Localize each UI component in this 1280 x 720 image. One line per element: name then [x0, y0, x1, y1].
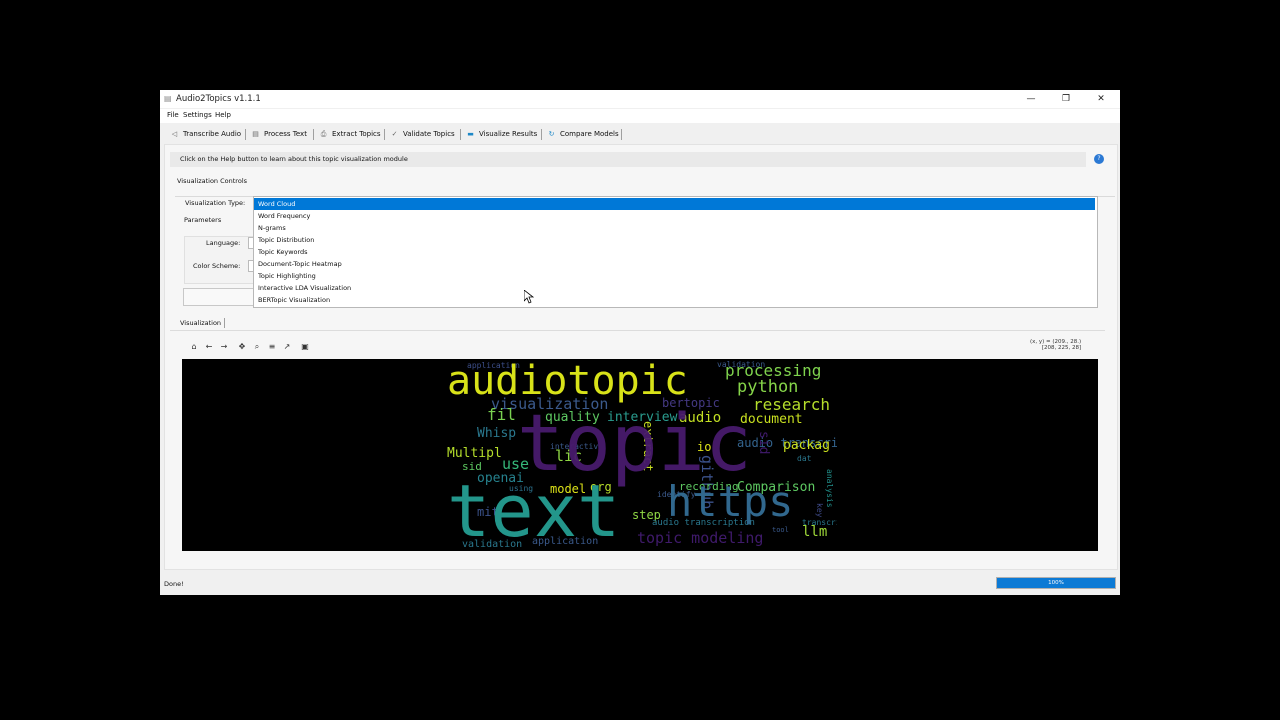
- extract-icon: ⎙: [320, 130, 327, 138]
- visualization-type-dropdown[interactable]: Word Cloud Word Frequency N-grams Topic …: [253, 196, 1098, 308]
- monitor-icon: ▬: [467, 130, 474, 138]
- tab-label: Compare Models: [560, 130, 619, 138]
- tab-separator: [245, 129, 246, 140]
- app-icon: ▤: [164, 94, 172, 103]
- tab-transcribe-audio[interactable]: ◁ Transcribe Audio: [170, 127, 241, 141]
- status-bar: Done! 100%: [160, 575, 1120, 593]
- save-icon[interactable]: ▣: [299, 341, 311, 353]
- visualization-type-label: Visualization Type:: [185, 199, 246, 207]
- coordinate-readout: (x, y) = (209., 28.) [208, 225, 28]: [1030, 339, 1081, 351]
- speaker-icon: ◁: [171, 130, 178, 138]
- tab-label: Validate Topics: [403, 130, 455, 138]
- pan-icon[interactable]: ✥: [236, 341, 248, 353]
- window-title: Audio2Topics v1.1.1: [176, 94, 261, 104]
- progress-label: 100%: [1048, 580, 1064, 586]
- restore-button[interactable]: ❐: [1051, 92, 1081, 106]
- main-tab-bar: ◁ Transcribe Audio ▤ Process Text ⎙ Extract…: [160, 125, 1120, 143]
- tab-visualize-results[interactable]: ▬ Visualize Results: [466, 127, 537, 141]
- option-interactive-lda[interactable]: Interactive LDA Visualization: [254, 282, 1095, 294]
- menu-help[interactable]: Help: [215, 111, 231, 119]
- forward-icon[interactable]: →: [218, 341, 230, 353]
- parameters-label: Parameters: [184, 216, 222, 224]
- word-tool: key: [815, 503, 824, 518]
- word-https: https: [667, 477, 794, 526]
- progress-bar: 100%: [996, 577, 1116, 589]
- minimize-button[interactable]: —: [1016, 92, 1046, 106]
- app-window: ▤ Audio2Topics v1.1.1 — ❐ ✕ File Setting…: [160, 90, 1120, 595]
- word-whisp: Whisp: [477, 426, 517, 441]
- option-word-frequency[interactable]: Word Frequency: [254, 210, 1095, 222]
- tab-visualization[interactable]: Visualization: [176, 316, 226, 331]
- word-multipl: Multipl: [447, 446, 502, 461]
- word-interactiv: analysis: [825, 469, 834, 508]
- home-icon[interactable]: ⌂: [188, 341, 200, 353]
- tab-separator: [224, 318, 225, 328]
- menu-settings[interactable]: Settings: [183, 111, 212, 119]
- option-topic-highlighting[interactable]: Topic Highlighting: [254, 270, 1095, 282]
- tab-separator: [541, 129, 542, 140]
- status-text: Done!: [164, 580, 184, 588]
- option-word-cloud[interactable]: Word Cloud: [254, 198, 1095, 210]
- word-analysis: sid: [756, 431, 771, 455]
- visualization-controls-label: Visualization Controls: [177, 177, 248, 185]
- word-text: text: [447, 469, 621, 551]
- word-optional: tool: [772, 526, 789, 534]
- tab-label: Extract Topics: [332, 130, 381, 138]
- tab-separator: [460, 129, 461, 140]
- word-llm: llm: [802, 524, 828, 540]
- tab-separator: [313, 129, 314, 140]
- help-button[interactable]: ?: [1094, 154, 1104, 164]
- divider: [170, 330, 1105, 331]
- language-label: Language:: [206, 239, 241, 247]
- word-packag: packag: [783, 438, 830, 453]
- word-cloud: application validation audio transcripti…: [447, 359, 837, 551]
- cursor-arrow-icon: [523, 289, 535, 304]
- zoom-icon[interactable]: ⌕: [251, 341, 263, 353]
- tab-process-text[interactable]: ▤ Process Text: [251, 127, 307, 141]
- edit-axis-icon[interactable]: ↗: [281, 341, 293, 353]
- title-bar: ▤ Audio2Topics v1.1.1 — ❐ ✕: [160, 90, 1120, 108]
- tab-label: Process Text: [264, 130, 307, 138]
- option-document-topic-heatmap[interactable]: Document-Topic Heatmap: [254, 258, 1095, 270]
- word-research: research: [753, 395, 831, 414]
- color-scheme-label: Color Scheme:: [193, 262, 241, 270]
- tab-label: Transcribe Audio: [183, 130, 242, 138]
- plot-canvas[interactable]: application validation audio transcripti…: [182, 359, 1098, 551]
- tab-compare-models[interactable]: ↻ Compare Models: [547, 127, 619, 141]
- option-n-grams[interactable]: N-grams: [254, 222, 1095, 234]
- menu-file[interactable]: File: [167, 111, 179, 119]
- back-icon[interactable]: ←: [203, 341, 215, 353]
- menu-bar: File Settings Help: [160, 109, 1120, 123]
- word-topic-modeling: topic modeling: [637, 529, 764, 547]
- tab-separator: [621, 129, 622, 140]
- word-python: python: [737, 377, 799, 397]
- tab-separator: [384, 129, 385, 140]
- document-icon: ▤: [252, 130, 259, 138]
- word-fil: fil: [487, 405, 516, 424]
- coords-line-2: [208, 225, 28]: [1041, 345, 1082, 351]
- configure-icon[interactable]: ≡: [266, 341, 278, 353]
- tab-extract-topics[interactable]: ⎙ Extract Topics: [319, 127, 381, 141]
- tab-label: Visualize Results: [479, 130, 538, 138]
- close-button[interactable]: ✕: [1086, 92, 1116, 106]
- refresh-icon: ↻: [548, 130, 555, 138]
- word-audiotopic: audiotopic: [447, 359, 688, 404]
- option-topic-keywords[interactable]: Topic Keywords: [254, 246, 1095, 258]
- tab-validate-topics[interactable]: ✓ Validate Topics: [390, 127, 455, 141]
- generate-button[interactable]: [183, 288, 257, 306]
- option-bertopic-visualization[interactable]: BERTopic Visualization: [254, 294, 1095, 306]
- help-hint: Click on the Help button to learn about …: [170, 152, 1086, 167]
- word-identify: dat: [797, 454, 812, 463]
- option-topic-distribution[interactable]: Topic Distribution: [254, 234, 1095, 246]
- check-icon: ✓: [391, 130, 398, 138]
